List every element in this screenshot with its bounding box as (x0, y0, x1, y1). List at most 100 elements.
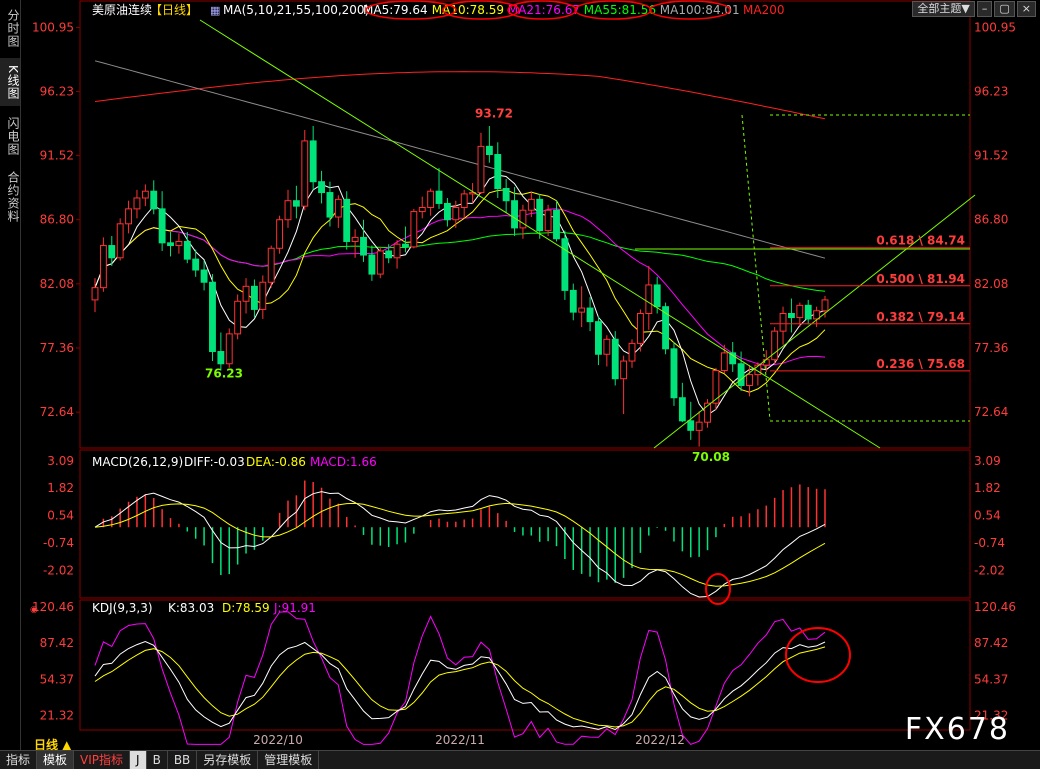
candle-body (645, 284, 653, 314)
candle-body (603, 338, 611, 355)
price-y-tick-left: 91.52 (40, 149, 74, 163)
kdj-k-line (94, 640, 826, 731)
candle-body (737, 363, 745, 386)
kdj-d: D:78.59 (222, 601, 270, 615)
candle-body (242, 285, 250, 302)
price-y-tick-right: 77.36 (974, 341, 1008, 355)
price-y-tick-right: 96.23 (974, 85, 1008, 99)
bottom-tab-3[interactable]: J (130, 751, 147, 769)
theme-dropdown-button[interactable]: 全部主题▼ (912, 1, 975, 17)
ma10-line (94, 189, 826, 393)
price-y-tick-right: 100.95 (974, 20, 1016, 34)
candle-body (628, 342, 636, 362)
chart-canvas[interactable]: 100.95 100.95 96.23 96.23 91.52 91.52 86.80 86.… (20, 0, 1040, 750)
candle-body (259, 281, 267, 310)
minimize-icon[interactable]: – (976, 1, 993, 17)
price-y-tick-right: 91.52 (974, 149, 1008, 163)
candle-body (402, 243, 409, 248)
candle-body (141, 190, 149, 199)
candle-body (502, 187, 510, 202)
bottom-tab-0[interactable]: 指标 (0, 751, 38, 769)
macd-y-tick-right: 3.09 (974, 454, 1001, 468)
toolbar-top-right: 全部主题▼ – ▢ × (912, 1, 1036, 17)
candle-body (578, 307, 586, 313)
sidebar-tab-1[interactable]: K线图 (0, 58, 20, 106)
macd-y-tick-left: 3.09 (47, 454, 74, 468)
candle-body (368, 254, 376, 275)
candle-body (527, 198, 535, 211)
x-axis-date-label: 2022/11 (435, 733, 485, 747)
candle-body (553, 209, 560, 240)
fib-level-label: 0.618 \ 84.74 (876, 234, 965, 248)
candle-body (334, 198, 342, 218)
kdj-d-line (94, 646, 826, 728)
chart-period: 【日线】 (150, 3, 198, 17)
bottom-tab-6[interactable]: 另存模板 (197, 751, 259, 769)
candle-body (376, 250, 384, 275)
macd-y-tick-left: 1.82 (47, 481, 74, 495)
macd-y-tick-left: 0.54 (47, 509, 74, 523)
candle-body (250, 285, 258, 310)
candle-body (116, 223, 124, 259)
candle-body (653, 284, 661, 308)
kdj-y-tick-left: 87.42 (40, 636, 74, 650)
kdj-y-tick-right: 87.42 (974, 636, 1008, 650)
candle-body (477, 145, 485, 194)
sidebar-tab-0[interactable]: 分时图 (0, 4, 20, 52)
bottom-tab-4[interactable]: B (147, 751, 168, 769)
candle-body (435, 190, 443, 204)
legend-icon: ▦ (210, 4, 220, 17)
candle-body (611, 338, 619, 380)
macd-panel-frame (79, 449, 971, 599)
candle-body (687, 420, 695, 431)
candle-body (125, 208, 132, 225)
close-icon[interactable]: × (1016, 1, 1036, 17)
sidebar-tab-3[interactable]: 合约资料 (0, 166, 20, 228)
kdj-y-tick-right: 54.37 (974, 672, 1008, 686)
macd-y-tick-right: -0.74 (974, 536, 1005, 550)
candle-body (443, 202, 451, 221)
bottom-tab-2[interactable]: VIP指标 (74, 751, 131, 769)
kdj-y-tick-left: 120.46 (32, 600, 74, 614)
candle-body (301, 140, 309, 207)
candle-body (108, 245, 116, 259)
fib-level-label: 0.382 \ 79.14 (876, 310, 965, 324)
bottom-tab-7[interactable]: 管理模板 (258, 751, 320, 769)
price-annotation: 93.72 (475, 107, 513, 121)
candle-body (460, 193, 468, 209)
x-axis-date-label: 2022/10 (253, 733, 303, 747)
restore-icon[interactable]: ▢ (994, 1, 1015, 17)
kdj-settings-icon: ◉ (30, 605, 38, 615)
sidebar-tab-2[interactable]: 闪电图 (0, 112, 20, 160)
price-y-tick-left: 82.08 (40, 277, 74, 291)
kdj-y-tick-left: 54.37 (40, 672, 74, 686)
candle-body (200, 269, 208, 283)
macd-y-tick-left: -0.74 (43, 536, 74, 550)
candle-body (544, 209, 552, 232)
candle-body (267, 247, 275, 283)
candle-body (318, 181, 325, 194)
candle-body (485, 145, 493, 156)
price-y-tick-left: 72.64 (40, 405, 74, 419)
candle-body (779, 312, 787, 332)
ma-label: MA(5,10,21,55,100,200) (223, 3, 369, 17)
kdj-j-line (94, 611, 826, 745)
sidebar: 分时图 K线图闪电图合约资料 (0, 0, 21, 750)
candle-body (167, 242, 174, 247)
ma-value-5: MA200 (743, 3, 784, 17)
candle-body (511, 200, 518, 229)
macd-y-tick-left: -2.02 (43, 564, 74, 578)
bottom-tab-5[interactable]: BB (168, 751, 198, 769)
x-axis-date-label: 2022/12 (635, 733, 685, 747)
macd-diff: DIFF:-0.03 (184, 455, 245, 469)
candle-body (678, 397, 686, 422)
candle-body (91, 287, 99, 301)
price-y-tick-left: 77.36 (40, 341, 74, 355)
candle-body (804, 304, 812, 320)
bottom-tab-1[interactable]: 模板 (37, 751, 75, 769)
candle-body (746, 374, 753, 386)
price-y-tick-right: 86.80 (974, 213, 1008, 227)
downtrend-line (199, 19, 881, 449)
candle-body (326, 192, 334, 218)
watermark-logo: FX678 (904, 712, 1010, 747)
